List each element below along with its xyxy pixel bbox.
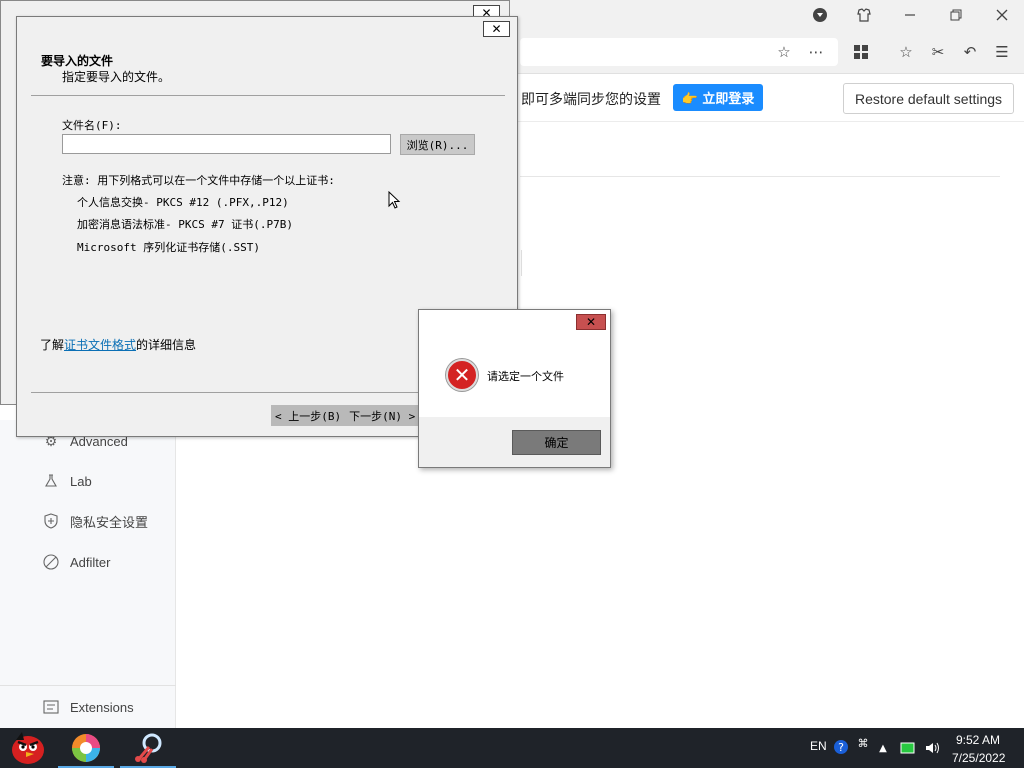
sidebar-item-label: Lab: [70, 473, 92, 489]
format-pfx: 个人信息交换- PKCS #12 (.PFX,.P12): [77, 196, 289, 209]
settings-sidebar: [0, 420, 176, 728]
shirt-icon[interactable]: [854, 5, 874, 25]
wizard-subtitle: 指定要导入的文件。: [62, 70, 171, 84]
error-dialog: ✕ ✕ 请选定一个文件 确定: [418, 309, 611, 468]
login-button[interactable]: 👉 立即登录: [673, 84, 763, 111]
flask-icon: [42, 472, 60, 490]
scissors-icon[interactable]: ✂: [928, 42, 948, 62]
block-icon: [42, 553, 60, 571]
tray-expand-icon[interactable]: ▲: [873, 738, 893, 758]
language-indicator[interactable]: EN: [810, 739, 827, 753]
content-divider: [520, 176, 1000, 177]
restore-icon[interactable]: [946, 5, 966, 25]
error-icon: ✕: [446, 359, 478, 391]
close-icon[interactable]: [992, 5, 1012, 25]
color-wheel-app[interactable]: [58, 728, 114, 768]
menu-icon[interactable]: ☰: [992, 42, 1012, 62]
extensions-icon: [42, 698, 60, 716]
ime-icon[interactable]: ⌘: [853, 733, 873, 753]
shield-icon[interactable]: [810, 5, 830, 25]
content-divider-vertical: [521, 250, 522, 276]
cert-format-link[interactable]: 证书文件格式: [64, 338, 136, 352]
sidebar-item-adfilter[interactable]: Adfilter: [42, 551, 110, 573]
error-close-icon[interactable]: ✕: [576, 314, 606, 330]
format-p7b: 加密消息语法标准- PKCS #7 证书(.P7B): [77, 218, 293, 231]
learn-suffix: 的详细信息: [136, 338, 197, 352]
sidebar-divider: [0, 685, 176, 686]
sidebar-item-label: Extensions: [70, 699, 134, 715]
svg-text:?: ?: [838, 741, 844, 754]
format-note: 注意: 用下列格式可以在一个文件中存储一个以上证书:: [62, 174, 335, 187]
battery-icon[interactable]: [898, 738, 918, 758]
file-name-input[interactable]: [62, 134, 391, 154]
volume-icon[interactable]: [922, 738, 942, 758]
wizard-close-icon[interactable]: ✕: [483, 21, 510, 37]
apps-icon[interactable]: [851, 42, 871, 62]
format-sst: Microsoft 序列化证书存储(.SST): [77, 241, 260, 254]
angry-birds-app[interactable]: [0, 728, 56, 768]
sidebar-item-label: Adfilter: [70, 554, 111, 570]
wizard-nav-buttons: < 上一步(B) 下一步(N) >: [271, 405, 421, 426]
sync-text: 即可多端同步您的设置: [521, 92, 661, 108]
learn-prefix: 了解: [40, 338, 65, 352]
clock-time[interactable]: 9:52 AM: [956, 733, 1000, 747]
browse-button[interactable]: 浏览(R)...: [400, 134, 475, 155]
shield-plus-icon: [42, 512, 60, 530]
wizard-title: 要导入的文件: [41, 54, 114, 68]
minimize-icon[interactable]: [900, 5, 920, 25]
file-name-label: 文件名(F):: [62, 119, 122, 132]
back-button[interactable]: < 上一步(B): [271, 408, 345, 424]
mouse-cursor-icon: [388, 191, 401, 209]
error-message: 请选定一个文件: [487, 370, 564, 383]
star-icon[interactable]: ☆: [774, 42, 794, 62]
ok-button[interactable]: 确定: [512, 430, 601, 455]
more-icon[interactable]: ⋯: [806, 42, 826, 62]
undo-icon[interactable]: ↶: [960, 42, 980, 62]
snipping-app[interactable]: [120, 728, 176, 768]
wizard-divider: [31, 95, 505, 96]
next-button[interactable]: 下一步(N) >: [345, 408, 419, 424]
restore-default-button[interactable]: Restore default settings: [843, 83, 1014, 114]
sidebar-item-label: 隐私安全设置: [70, 514, 149, 530]
help-icon[interactable]: ?: [831, 737, 851, 757]
sidebar-item-lab[interactable]: Lab: [42, 470, 92, 492]
learn-more-text: 了解证书文件格式的详细信息: [40, 336, 196, 353]
favorites-icon[interactable]: ☆: [896, 42, 916, 62]
sidebar-item-privacy[interactable]: 隐私安全设置: [42, 510, 148, 532]
sidebar-item-extensions[interactable]: Extensions: [42, 696, 134, 718]
clock-date[interactable]: 7/25/2022: [952, 751, 1005, 765]
